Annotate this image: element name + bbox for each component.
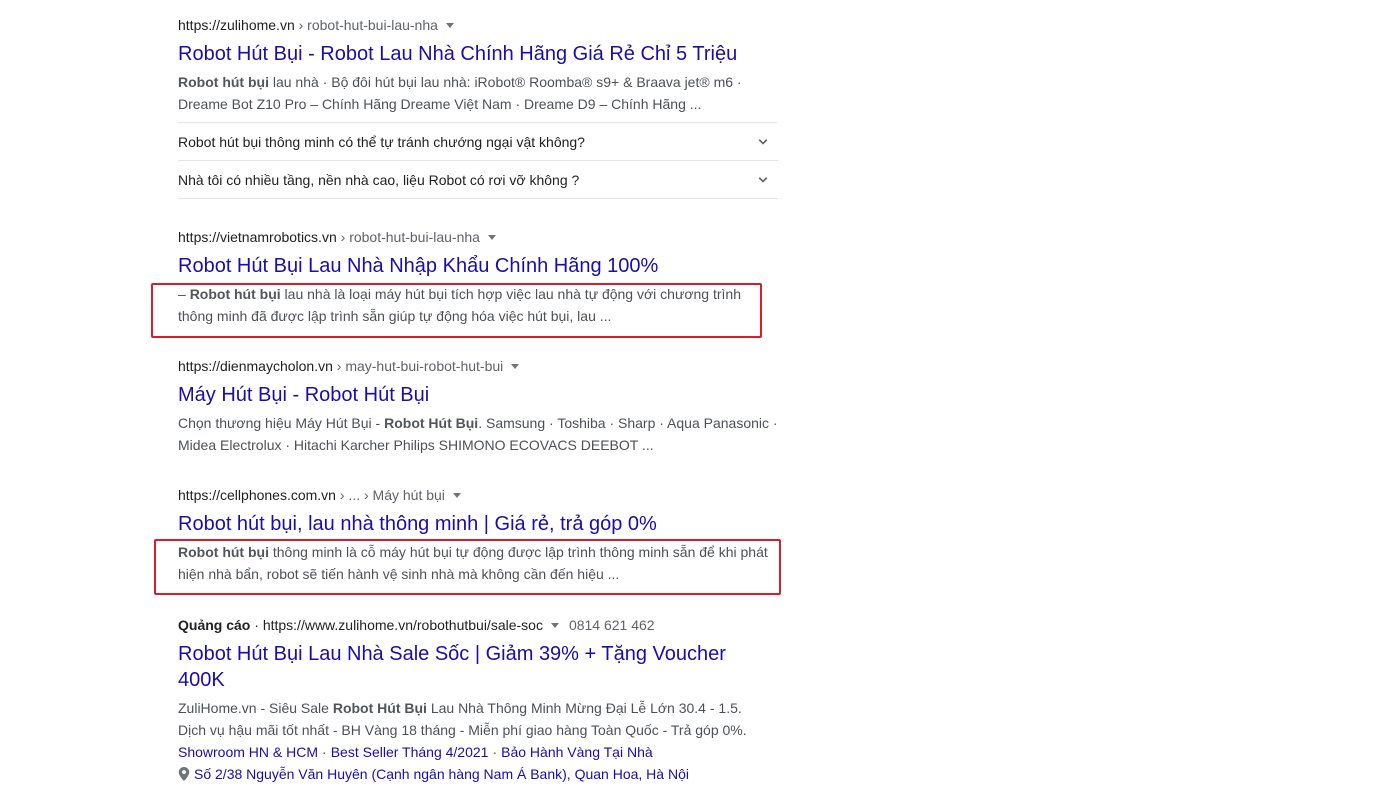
result-path: › ... › Máy hút bụi	[335, 487, 445, 503]
result-url: https://vietnamrobotics.vn › robot-hut-b…	[178, 228, 778, 246]
result-url: https://cellphones.com.vn › ... › Máy hú…	[178, 486, 778, 504]
search-result: https://dienmaycholon.vn › may-hut-bui-r…	[178, 357, 778, 456]
menu-caret-icon[interactable]	[511, 364, 520, 369]
menu-caret-icon[interactable]	[550, 623, 559, 628]
sitelink-warranty[interactable]: Bảo Hành Vàng Tại Nhà	[501, 744, 653, 760]
result-path: › robot-hut-bui-lau-nha	[294, 17, 438, 33]
ad-phone[interactable]: 0814 621 462	[569, 617, 655, 633]
result-url: https://zulihome.vn › robot-hut-bui-lau-…	[178, 16, 778, 34]
result-domain: https://dienmaycholon.vn	[178, 358, 333, 374]
result-snippet: Chọn thương hiệu Máy Hút Bụi - Robot Hút…	[178, 415, 778, 453]
chevron-down-icon	[758, 177, 768, 183]
menu-caret-icon[interactable]	[487, 235, 496, 240]
result-url: https://dienmaycholon.vn › may-hut-bui-r…	[178, 357, 778, 375]
ad-display-url: https://www.zulihome.vn/robothutbui/sale…	[262, 617, 543, 633]
result-domain: https://vietnamrobotics.vn	[178, 229, 337, 245]
faq-item[interactable]: Nhà tôi có nhiều tầng, nền nhà cao, liệu…	[178, 161, 778, 199]
chevron-down-icon	[758, 139, 768, 145]
faq-item[interactable]: Robot hút bụi thông minh có thể tự tránh…	[178, 123, 778, 161]
faq-question: Nhà tôi có nhiều tầng, nền nhà cao, liệu…	[178, 172, 580, 188]
result-path: › may-hut-bui-robot-hut-bui	[332, 358, 504, 374]
result-title-link[interactable]: Robot hút bụi, lau nhà thông minh | Giá …	[178, 511, 778, 537]
faq-accordion: Robot hút bụi thông minh có thể tự tránh…	[178, 122, 778, 199]
result-title-link[interactable]: Robot Hút Bụi - Robot Lau Nhà Chính Hãng…	[178, 41, 778, 67]
sitelink-best-seller[interactable]: Best Seller Tháng 4/2021	[331, 744, 489, 760]
location-pin-icon	[178, 767, 190, 781]
highlight-box	[151, 283, 762, 338]
result-path: › robot-hut-bui-lau-nha	[336, 229, 480, 245]
highlight-box	[154, 539, 781, 595]
menu-caret-icon[interactable]	[452, 493, 461, 498]
result-title-link[interactable]: Robot Hút Bụi Lau Nhà Nhập Khẩu Chính Hã…	[178, 253, 778, 279]
result-domain: https://zulihome.vn	[178, 17, 295, 33]
ad-sitelinks: Showroom HN & HCM · Best Seller Tháng 4/20…	[178, 744, 653, 760]
result-domain: https://cellphones.com.vn	[178, 487, 336, 503]
ad-url: Quảng cáo · https://www.zulihome.vn/robo…	[178, 617, 655, 633]
ad-label: Quảng cáo	[178, 617, 251, 633]
ad-title-link[interactable]: Robot Hút Bụi Lau Nhà Sale Sốc | Giảm 39…	[178, 641, 788, 693]
sitelink-showroom[interactable]: Showroom HN & HCM	[178, 744, 318, 760]
result-title-link[interactable]: Máy Hút Bụi - Robot Hút Bụi	[178, 382, 778, 408]
faq-question: Robot hút bụi thông minh có thể tự tránh…	[178, 134, 585, 150]
ad-result: Quảng cáo · https://www.zulihome.vn/robo…	[178, 616, 788, 785]
ad-location[interactable]: Số 2/38 Nguyễn Văn Huyên (Cạnh ngân hàng…	[178, 763, 788, 785]
search-result: https://zulihome.vn › robot-hut-bui-lau-…	[178, 16, 778, 115]
ad-snippet: ZuliHome.vn - Siêu Sale Robot Hút Bụi La…	[178, 700, 747, 738]
menu-caret-icon[interactable]	[445, 23, 454, 28]
result-snippet: Robot hút bụi lau nhà · Bộ đôi hút bụi l…	[178, 74, 742, 112]
